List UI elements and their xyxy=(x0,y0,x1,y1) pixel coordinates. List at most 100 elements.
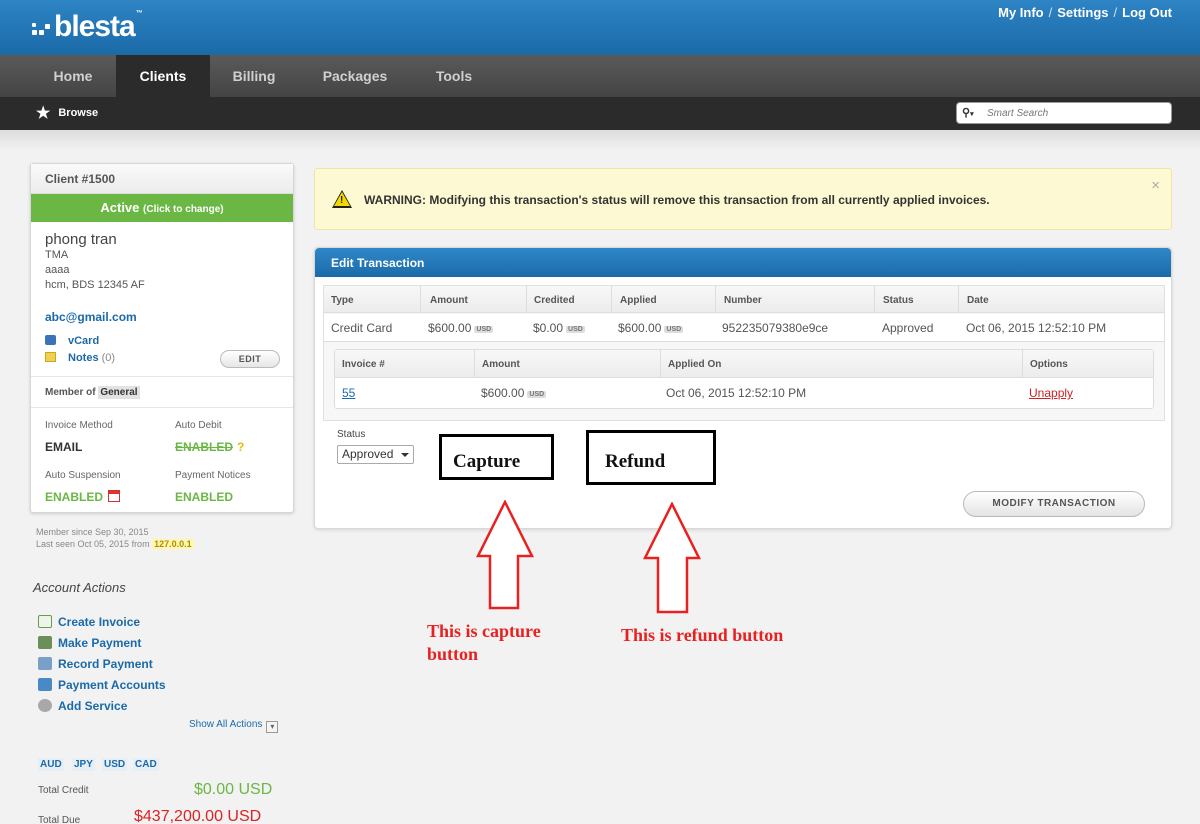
nav-billing[interactable]: Billing xyxy=(210,55,298,97)
divider xyxy=(31,407,293,408)
client-address-line1: aaaa xyxy=(45,264,70,276)
credited-value: $0.00 xyxy=(533,321,564,335)
nav-clients[interactable]: Clients xyxy=(116,55,210,97)
col-status: Status xyxy=(883,295,914,306)
my-info-link[interactable]: My Info xyxy=(998,5,1044,20)
smart-search-input[interactable] xyxy=(987,105,1167,121)
edit-transaction-panel: Edit Transaction Type Amount Credited Ap… xyxy=(314,247,1172,529)
vcard-link[interactable]: vCard xyxy=(45,335,99,347)
column-divider xyxy=(715,286,716,313)
capture-button[interactable]: Capture xyxy=(439,434,554,480)
col-invoice-amount: Amount xyxy=(482,359,520,370)
invoice-link[interactable]: 55 xyxy=(342,386,355,400)
nav-tools[interactable]: Tools xyxy=(412,55,496,97)
currency-tag: USD xyxy=(664,326,684,333)
make-payment-link[interactable]: Make Payment xyxy=(38,636,141,650)
total-due-value: $437,200.00 USD xyxy=(134,808,262,824)
settings-link[interactable]: Settings xyxy=(1057,5,1108,20)
record-payment-link[interactable]: Record Payment xyxy=(38,657,153,671)
applied-invoices-table: Invoice # Amount Applied On Options 55 $… xyxy=(334,349,1154,409)
amount-value: $600.00 xyxy=(428,321,472,335)
auto-debit-status: ENABLED xyxy=(175,440,234,454)
smart-search: ⚲▾ xyxy=(956,102,1172,124)
col-type: Type xyxy=(331,295,354,306)
link-separator: / xyxy=(1113,5,1118,20)
client-company: TMA xyxy=(45,249,69,261)
currency-usd[interactable]: USD xyxy=(102,758,128,771)
payment-accounts-link[interactable]: Payment Accounts xyxy=(38,678,166,692)
browse-link[interactable]: ★ Browse xyxy=(36,97,98,130)
transaction-table-header: Type Amount Credited Applied Number Stat… xyxy=(324,286,1164,313)
record-payment-label: Record Payment xyxy=(58,657,153,671)
col-applied: Applied xyxy=(620,295,657,306)
edit-client-button[interactable]: EDIT xyxy=(220,350,280,368)
currency-jpy[interactable]: JPY xyxy=(72,758,95,771)
warning-icon: ! xyxy=(332,190,352,208)
column-divider xyxy=(611,286,612,313)
last-seen-text: Last seen Oct 05, 2015 from xyxy=(36,539,150,549)
modify-transaction-button[interactable]: MODIFY TRANSACTION xyxy=(963,491,1145,517)
notes-label: Notes xyxy=(68,352,99,364)
cell-amount: $600.00 USD xyxy=(428,321,494,335)
search-icon[interactable]: ⚲▾ xyxy=(962,106,974,119)
vcard-icon xyxy=(45,335,56,345)
client-group: Member of General xyxy=(45,386,140,399)
currency-cad[interactable]: CAD xyxy=(133,758,159,771)
add-service-label: Add Service xyxy=(58,699,128,713)
chevron-down-icon: ▾ xyxy=(266,721,279,733)
col-number: Number xyxy=(724,295,762,306)
status-select[interactable]: Approved xyxy=(337,445,414,464)
invoice-applied-on: Oct 06, 2015 12:52:10 PM xyxy=(666,386,807,400)
currency-tag: USD xyxy=(527,391,547,398)
divider xyxy=(31,376,293,377)
status-select-value: Approved xyxy=(342,447,394,461)
member-since: Member since Sep 30, 2015 xyxy=(36,527,149,537)
unapply-link[interactable]: Unapply xyxy=(1029,386,1073,400)
col-options: Options xyxy=(1030,359,1068,370)
chevron-down-icon xyxy=(401,453,409,457)
invoice-amount-value: $600.00 xyxy=(481,386,525,400)
client-status-toggle[interactable]: Active (Click to change) xyxy=(31,194,293,222)
logo-dots-icon xyxy=(30,18,52,38)
top-header: blesta™ My Info / Settings / Log Out xyxy=(0,0,1200,55)
create-invoice-link[interactable]: Create Invoice xyxy=(38,615,140,629)
add-service-link[interactable]: Add Service xyxy=(38,699,127,713)
col-amount: Amount xyxy=(430,295,468,306)
payment-accounts-label: Payment Accounts xyxy=(58,678,166,692)
show-all-label: Show All Actions xyxy=(189,719,263,730)
refund-note: This is refund button xyxy=(621,625,784,645)
total-credit-label: Total Credit xyxy=(38,785,89,796)
calendar-icon[interactable] xyxy=(108,490,121,502)
cell-status: Approved xyxy=(882,321,934,335)
help-icon[interactable]: ? xyxy=(237,440,244,454)
nav-packages[interactable]: Packages xyxy=(298,55,412,97)
notes-icon xyxy=(45,352,56,362)
client-name: phong tran xyxy=(45,231,117,248)
status-label: Status xyxy=(337,429,366,440)
browse-label: Browse xyxy=(58,107,99,119)
currency-aud[interactable]: AUD xyxy=(38,758,64,771)
last-seen-ip[interactable]: 127.0.0.1 xyxy=(152,539,194,549)
log-out-link[interactable]: Log Out xyxy=(1122,5,1172,20)
nav-home[interactable]: Home xyxy=(30,55,116,97)
capture-note: This is capture button xyxy=(427,621,541,664)
client-email-link[interactable]: abc@gmail.com xyxy=(45,310,137,324)
last-seen: Last seen Oct 05, 2015 from 127.0.0.1 xyxy=(36,539,194,549)
column-divider xyxy=(874,286,875,313)
notes-link[interactable]: Notes (0) xyxy=(45,352,115,364)
member-of-label: Member of xyxy=(45,387,96,398)
currency-tag: USD xyxy=(474,326,494,333)
column-divider xyxy=(1022,350,1023,378)
account-links: My Info / Settings / Log Out xyxy=(998,5,1172,20)
column-divider xyxy=(660,350,661,378)
cell-credited: $0.00 USD xyxy=(533,321,585,335)
show-all-actions[interactable]: Show All Actions ▾ xyxy=(189,719,279,733)
auto-debit-value: ENABLED? xyxy=(175,440,244,454)
blesta-logo[interactable]: blesta™ xyxy=(30,10,143,44)
refund-button[interactable]: Refund xyxy=(586,430,716,485)
close-icon[interactable]: × xyxy=(1151,177,1160,194)
auto-debit-label: Auto Debit xyxy=(175,420,222,431)
add-service-icon xyxy=(38,699,52,712)
client-status: Active xyxy=(100,200,140,215)
table-row: Credit Card $600.00 USD $0.00 USD $600.00 U… xyxy=(324,314,1164,342)
